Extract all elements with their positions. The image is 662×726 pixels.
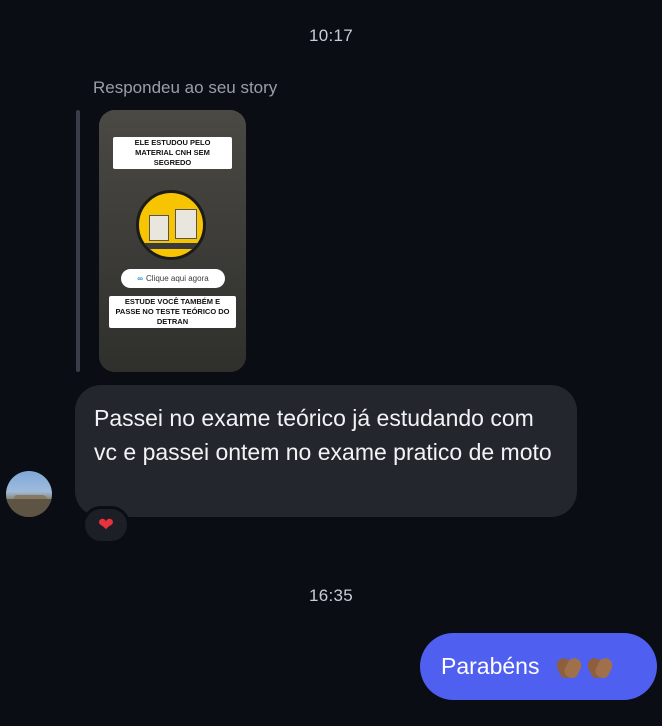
timestamp: 10:17 <box>308 26 354 45</box>
outgoing-message-bubble[interactable]: Parabéns <box>420 633 657 700</box>
incoming-message-bubble[interactable]: Passei no exame teórico já estudando com… <box>75 385 577 517</box>
chat-screen: 10:17 Respondeu ao seu story ELE ESTUDOU… <box>0 0 662 726</box>
outgoing-message-text: Parabéns <box>441 653 540 679</box>
table-graphic <box>145 243 197 249</box>
story-link-text: Clique aqui agora <box>145 274 209 283</box>
link-icon: ∞ <box>137 274 143 283</box>
story-top-text: ELE ESTUDOU PELO MATERIAL CNH SEM SEGRED… <box>113 137 232 169</box>
story-product-image <box>136 190 206 260</box>
book-icon <box>175 209 197 239</box>
heart-icon: ❤ <box>98 514 114 536</box>
story-link-sticker: ∞ Clique aqui agora <box>121 269 225 288</box>
incoming-message-text: Passei no exame teórico já estudando com… <box>94 405 552 465</box>
timestamp: 16:35 <box>308 586 354 605</box>
story-thumbnail[interactable]: ELE ESTUDOU PELO MATERIAL CNH SEM SEGRED… <box>99 110 246 372</box>
book-icon <box>149 215 169 241</box>
clapping-hands-icon <box>587 656 613 680</box>
avatar[interactable] <box>6 471 52 517</box>
emoji-group <box>551 653 613 680</box>
clapping-hands-icon <box>556 656 582 680</box>
heart-reaction-icon[interactable]: ❤ <box>82 506 130 544</box>
story-bottom-text: ESTUDE VOCÊ TAMBÉM E PASSE NO TESTE TEÓR… <box>109 296 236 328</box>
reply-quote-bar <box>76 110 80 372</box>
story-reply-label: Respondeu ao seu story <box>93 78 278 97</box>
